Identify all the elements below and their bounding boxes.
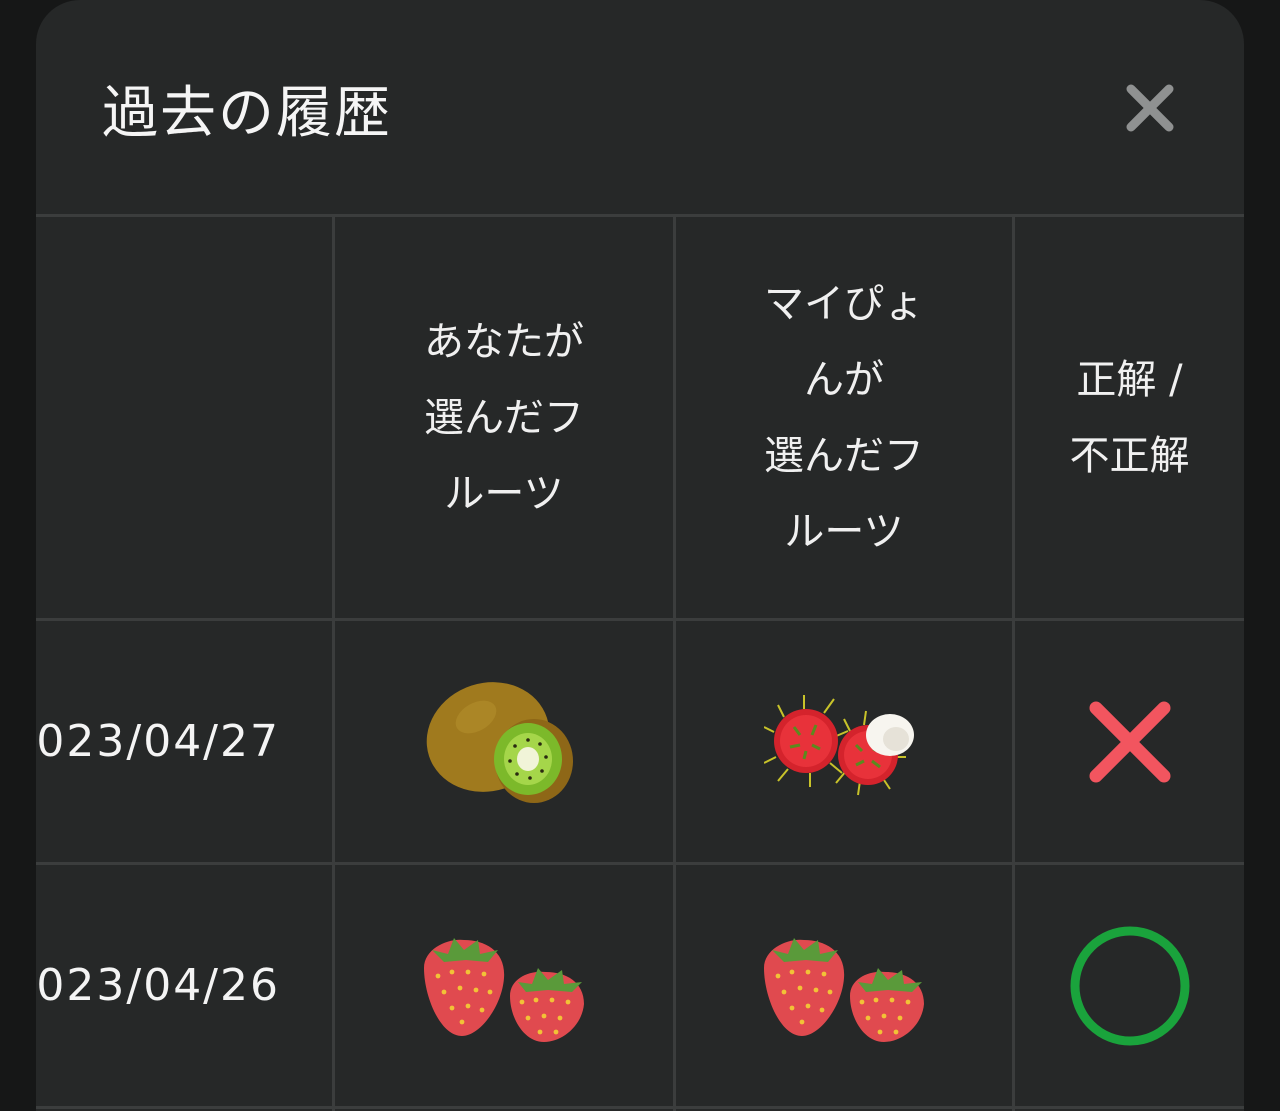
- strawberry-icon: [424, 937, 584, 1042]
- table-row-date: 023/04/27: [36, 716, 280, 767]
- table-row-date: 023/04/26: [36, 960, 280, 1011]
- header-label-your-fruit: あなたが 選んだフ ルーツ: [424, 318, 584, 517]
- history-table: あなたが 選んだフ ルーツ マイぴょ んが 選んだフ ルーツ 正解 / 不正解 023/04…: [36, 214, 1244, 1111]
- modal-title: 過去の履歴: [102, 81, 392, 146]
- header-cell-your-fruit: あなたが 選んだフ ルーツ: [335, 217, 673, 618]
- close-button[interactable]: [1122, 80, 1178, 136]
- result-cell: [1015, 865, 1244, 1106]
- header-label-result: 正解 / 不正解: [1069, 356, 1190, 479]
- modal-header: 過去の履歴: [36, 0, 1244, 216]
- header-label-maipyon-fruit: マイぴょ んが 選んだフ ルーツ: [764, 280, 924, 555]
- header-cell-date: [36, 217, 332, 618]
- result-cell: [1015, 621, 1244, 862]
- maipyon-fruit-cell: [676, 865, 1012, 1106]
- close-icon: [1126, 84, 1174, 132]
- kiwi-icon: [426, 681, 573, 803]
- correct-circle-icon: [1070, 926, 1189, 1045]
- rambutan-icon: [764, 694, 914, 795]
- maipyon-fruit-cell: [676, 621, 1012, 862]
- your-fruit-cell: [335, 621, 673, 862]
- table-divider: [36, 1106, 1244, 1109]
- incorrect-cross-icon: [1089, 701, 1170, 782]
- header-cell-result: 正解 / 不正解: [1015, 217, 1244, 618]
- header-cell-maipyon-fruit: マイぴょ んが 選んだフ ルーツ: [676, 217, 1012, 618]
- your-fruit-cell: [335, 865, 673, 1106]
- history-modal: 過去の履歴 あなたが 選んだフ ルーツ マイぴょ んが 選んだフ ルーツ 正解 / 不正解: [36, 0, 1244, 1111]
- strawberry-icon: [764, 937, 924, 1042]
